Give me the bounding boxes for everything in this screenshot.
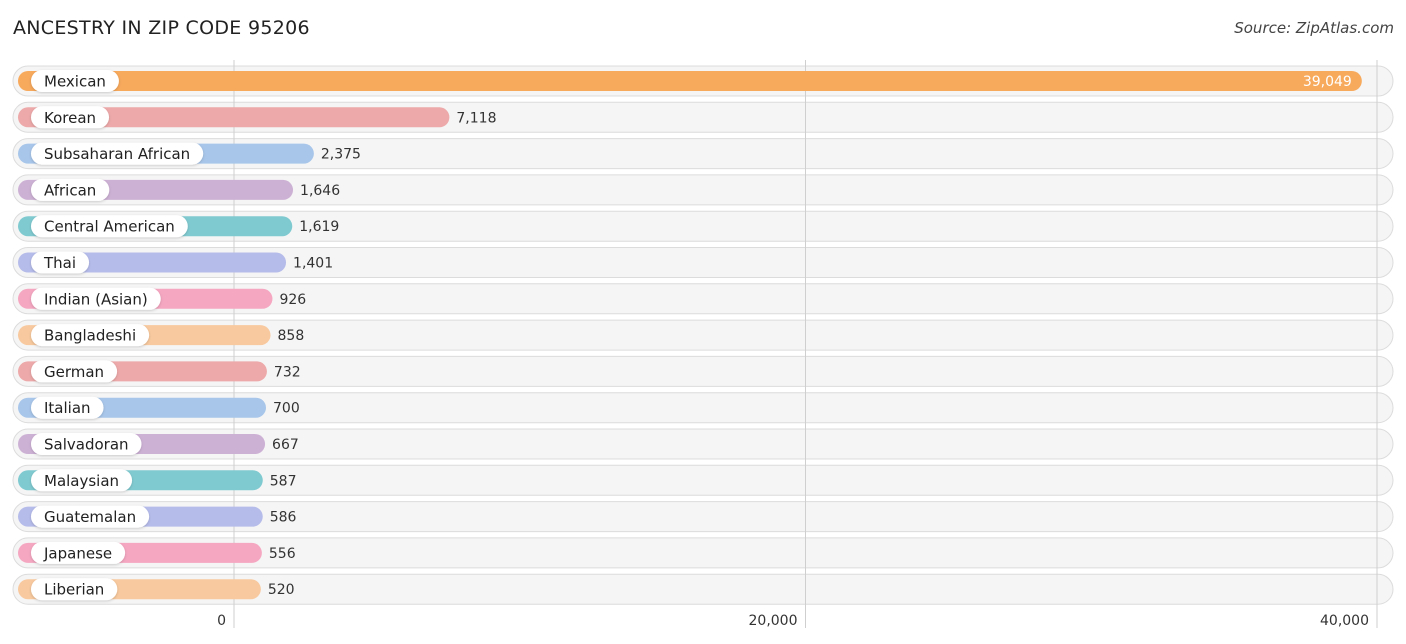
category-label: African	[44, 181, 96, 199]
x-tick-label: 0	[217, 613, 226, 629]
value-label: 520	[268, 582, 295, 598]
bar[interactable]	[18, 71, 1362, 91]
category-label: Subsaharan African	[44, 145, 190, 163]
category-label: Indian (Asian)	[44, 290, 148, 308]
bar-row[interactable]: Salvadoran 667	[18, 433, 299, 455]
value-label: 858	[278, 328, 305, 344]
bar-row[interactable]: Liberian 520	[18, 578, 295, 601]
bar-row[interactable]: Mexican 39,049	[18, 70, 1362, 92]
bar-chart: Mexican 39,049 Korean 7,118 Subsaharan Afric…	[12, 60, 1394, 629]
bar-row[interactable]: Korean 7,118	[18, 106, 496, 129]
category-label: Salvadoran	[44, 436, 129, 454]
bar-row[interactable]: Subsaharan African 2,375	[18, 142, 361, 165]
category-label: Thai	[43, 254, 76, 272]
bar-row[interactable]: Italian 700	[18, 396, 300, 419]
bar-row[interactable]: Bangladeshi 858	[18, 324, 305, 347]
bar-row[interactable]: Guatemalan 586	[18, 505, 297, 528]
category-label: Korean	[44, 109, 96, 127]
category-label: Italian	[44, 399, 91, 417]
value-label: 39,049	[1303, 74, 1352, 90]
value-label: 732	[274, 364, 301, 380]
category-label: Central American	[44, 218, 175, 236]
category-label: Liberian	[44, 581, 104, 599]
value-label: 2,375	[321, 147, 361, 163]
value-label: 1,619	[299, 219, 339, 235]
value-label: 926	[279, 292, 306, 308]
value-label: 586	[270, 510, 297, 526]
value-label: 700	[273, 401, 300, 417]
value-label: 1,646	[300, 183, 340, 199]
category-label: German	[44, 363, 104, 381]
value-label: 556	[269, 546, 296, 562]
bar-row[interactable]: German 732	[18, 360, 301, 383]
value-label: 1,401	[293, 256, 333, 272]
category-label: Guatemalan	[44, 508, 136, 526]
value-label: 587	[270, 473, 297, 489]
value-label: 667	[272, 437, 299, 453]
bar-row[interactable]: Japanese 556	[18, 541, 296, 564]
bar-row[interactable]: Malaysian 587	[18, 469, 297, 492]
category-label: Malaysian	[44, 472, 119, 490]
category-label: Mexican	[44, 73, 106, 91]
category-label: Japanese	[43, 544, 112, 562]
value-label: 7,118	[456, 110, 496, 126]
category-label: Bangladeshi	[44, 327, 136, 345]
x-tick-label: 40,000	[1320, 613, 1369, 629]
bar-row[interactable]: Indian (Asian) 926	[18, 287, 306, 310]
x-tick-label: 20,000	[749, 613, 798, 629]
